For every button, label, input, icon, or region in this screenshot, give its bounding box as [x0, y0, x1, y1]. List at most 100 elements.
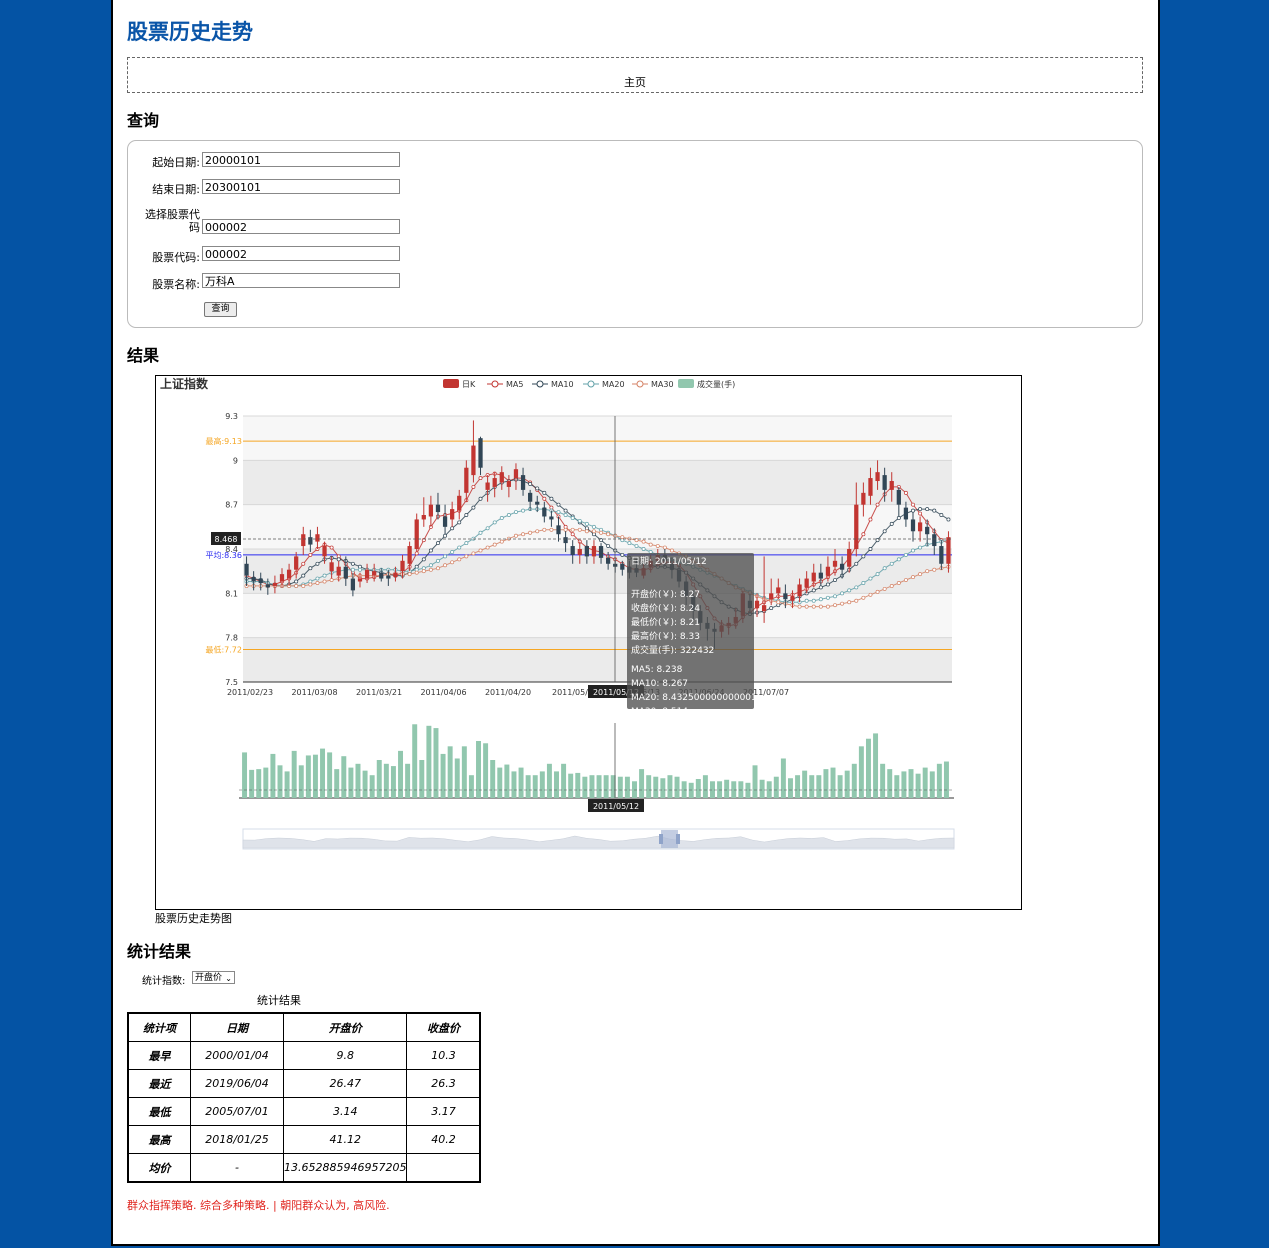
- candle-body: [471, 445, 476, 476]
- legend-label: MA10: [551, 380, 574, 389]
- ma10-point: [450, 526, 455, 531]
- candle-body: [917, 522, 923, 532]
- ma10-point: [535, 486, 540, 491]
- data-zoom-slider[interactable]: [242, 828, 955, 850]
- ma20-point: [506, 513, 511, 517]
- ma30-point: [457, 557, 462, 562]
- ma5-point: [301, 561, 306, 566]
- candle-body: [357, 578, 363, 582]
- start-date-label: 起始日期:: [152, 156, 200, 169]
- x-tick-label: 2011/05/0: [552, 688, 593, 697]
- ma30-point: [854, 598, 859, 603]
- volume-bar: [901, 771, 907, 798]
- volume-bar: [490, 760, 496, 798]
- legend-label: MA5: [506, 380, 523, 389]
- ma10-point: [457, 520, 462, 525]
- stock-name-input[interactable]: 万科A: [202, 273, 400, 288]
- ma30-point: [584, 529, 589, 534]
- candle-body: [882, 475, 887, 490]
- ma30-point: [464, 554, 469, 559]
- volume-bar: [376, 760, 382, 798]
- chart-legend[interactable]: 日K MA5 MA10 MA20 MA30 成交量(手): [443, 379, 735, 389]
- ma20-point: [875, 572, 880, 577]
- grid-band: [243, 637, 952, 682]
- stock-chart[interactable]: 上证指数 日K MA5 MA10 MA20 MA30 成交量(手) 最高:9.13 最低:7…: [156, 376, 1021, 909]
- volume-bar: [341, 756, 347, 798]
- volume-bar: [717, 781, 723, 798]
- ma30-point: [528, 530, 533, 535]
- table-cell: 10.3: [406, 1041, 481, 1070]
- ma20-point: [868, 576, 873, 581]
- volume-bar: [390, 766, 396, 798]
- candle-body: [464, 467, 469, 493]
- ma10-point: [833, 578, 837, 582]
- end-date-input[interactable]: 20300101: [202, 179, 400, 194]
- volume-bar: [724, 779, 730, 798]
- candle-body: [386, 575, 391, 579]
- ma10-point: [336, 557, 341, 562]
- table-cell: 26.3: [406, 1069, 481, 1098]
- query-button[interactable]: 查询: [204, 302, 237, 317]
- ma20-point: [521, 508, 526, 513]
- ma20-point: [499, 516, 504, 520]
- stats-index-select[interactable]: 开盘价 ⌄: [192, 971, 235, 984]
- ma10-point: [549, 496, 554, 501]
- table-cell: 26.47: [282, 1069, 408, 1098]
- volume-bar: [426, 725, 432, 798]
- ma10-point: [861, 554, 866, 559]
- candle-body: [421, 515, 426, 520]
- grid-band: [243, 416, 952, 461]
- table-cell: [406, 1153, 481, 1183]
- ma30-point: [577, 527, 582, 532]
- table-row: 最低 2005/07/01 3.14 3.17: [127, 1097, 481, 1126]
- ma10-point: [620, 552, 625, 557]
- volume-bar: [880, 763, 886, 798]
- stock-code-input[interactable]: 000002: [202, 246, 400, 261]
- volume-bar: [334, 769, 340, 798]
- ma10-point: [464, 513, 469, 517]
- volume-bar: [922, 767, 928, 798]
- volume-pointer-label: 2011/05/12: [593, 802, 639, 811]
- candle-body: [769, 593, 774, 600]
- markline_max-label: 最高:9.13: [205, 436, 242, 446]
- volume-bar: [660, 778, 666, 798]
- ma20-point: [847, 588, 852, 593]
- ma20-point: [492, 520, 497, 525]
- candle-body: [925, 526, 930, 535]
- nav-home-link[interactable]: 主页: [128, 74, 1142, 90]
- ma10-point: [854, 561, 859, 566]
- candle-body: [244, 563, 249, 576]
- ma20-point: [634, 544, 639, 548]
- candle-body: [606, 557, 611, 564]
- ma30-point: [825, 604, 830, 609]
- candle-body: [528, 492, 533, 502]
- ma20-point: [896, 557, 901, 562]
- stock-select-input[interactable]: 000002: [202, 219, 400, 234]
- ma10-point: [563, 508, 568, 513]
- volume-bar: [454, 758, 460, 798]
- ma20-point: [570, 516, 575, 520]
- volume-bar: [887, 769, 893, 798]
- volume-bar: [256, 769, 262, 798]
- volume-bar: [504, 764, 510, 798]
- ma10-point: [925, 507, 930, 512]
- volume-bar: [525, 775, 531, 798]
- ma30-point: [322, 579, 327, 584]
- candle-body: [485, 482, 490, 490]
- volume-bar: [582, 776, 588, 798]
- ma30-point: [471, 551, 476, 556]
- volume-bar: [277, 765, 283, 798]
- table-row: 最高 2018/01/25 41.12 40.2: [127, 1125, 481, 1154]
- volume-bar: [787, 778, 793, 798]
- volume-bar: [809, 775, 815, 798]
- chart-container[interactable]: 上证指数 日K MA5 MA10 MA20 MA30 成交量(手) 最高:9.13 最低:7…: [155, 375, 1022, 910]
- ma20-point: [556, 510, 561, 515]
- start-date-input[interactable]: 20000101: [202, 152, 400, 167]
- ma5-point: [868, 517, 873, 522]
- volume-bar: [624, 776, 630, 798]
- candle-body: [343, 566, 348, 579]
- ma20-point: [903, 552, 908, 557]
- volume-bar: [383, 763, 389, 798]
- volume-bar: [667, 775, 673, 798]
- volume-bar: [518, 767, 524, 798]
